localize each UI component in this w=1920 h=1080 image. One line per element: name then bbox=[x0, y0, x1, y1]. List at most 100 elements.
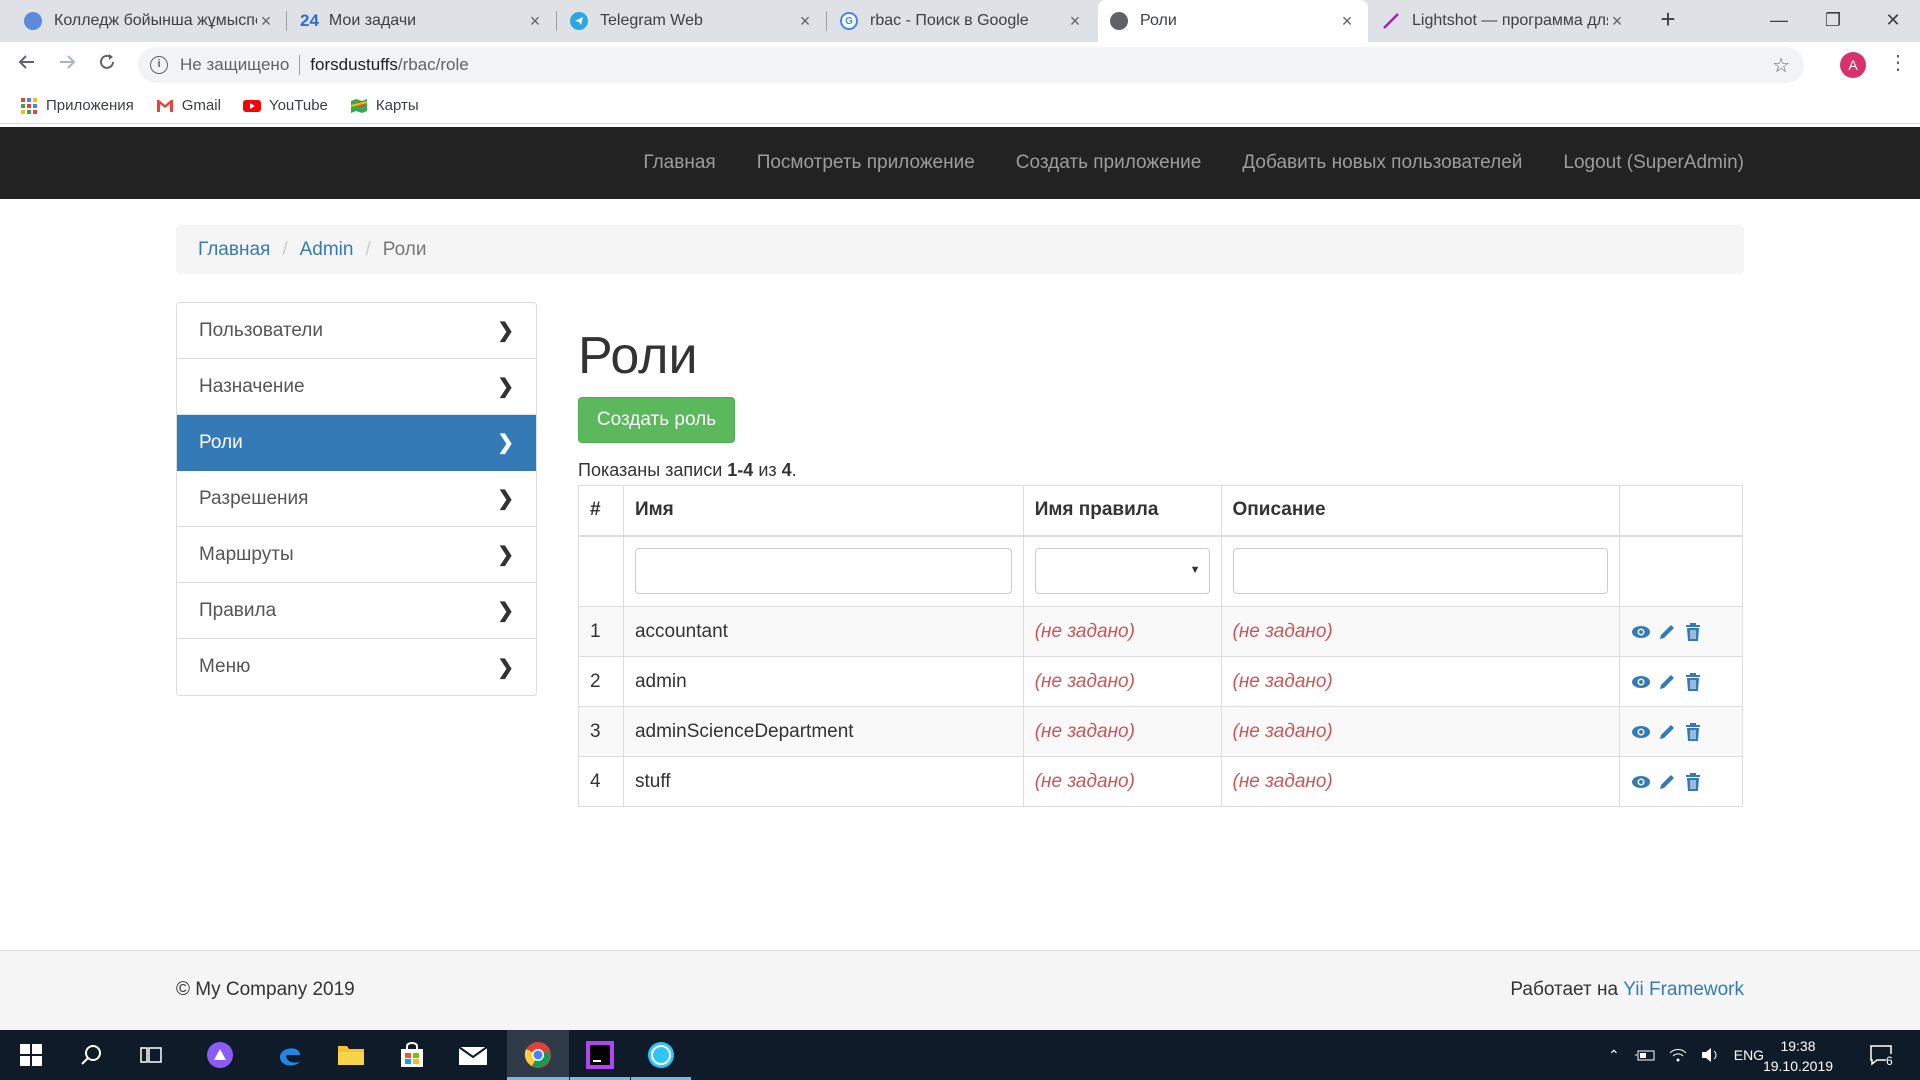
edge-browser-icon[interactable] bbox=[275, 1040, 305, 1070]
trash-icon[interactable] bbox=[1683, 672, 1703, 692]
filter-cell-rule bbox=[1022, 535, 1222, 607]
pencil-icon[interactable] bbox=[1657, 672, 1677, 692]
column-header-rule[interactable]: Имя правила bbox=[1022, 485, 1222, 537]
reload-button[interactable] bbox=[94, 52, 120, 78]
task-view-icon[interactable] bbox=[136, 1040, 166, 1070]
window-close-button[interactable]: ✕ bbox=[1866, 0, 1920, 40]
battery-icon[interactable] bbox=[1634, 1047, 1656, 1063]
chevron-right-icon: ❯ bbox=[497, 432, 514, 454]
yii-framework-link[interactable]: Yii Framework bbox=[1623, 979, 1744, 1000]
breadcrumb-current: Роли bbox=[382, 238, 427, 260]
restore-button[interactable]: ❐ bbox=[1806, 0, 1860, 40]
table-row: 3 adminScienceDepartment (не задано) (не… bbox=[578, 706, 1743, 757]
breadcrumb-home[interactable]: Главная bbox=[198, 239, 270, 261]
filter-cell-description bbox=[1220, 535, 1621, 607]
file-explorer-icon[interactable] bbox=[336, 1040, 366, 1070]
tab-telegram[interactable]: Telegram Web × bbox=[558, 0, 826, 42]
close-icon[interactable]: × bbox=[1608, 11, 1626, 32]
globe-icon bbox=[24, 12, 42, 30]
breadcrumb-admin[interactable]: Admin bbox=[300, 239, 354, 261]
mail-icon[interactable] bbox=[458, 1040, 488, 1070]
row-number: 3 bbox=[578, 706, 624, 757]
name-filter-input[interactable] bbox=[634, 548, 1012, 595]
eye-icon[interactable] bbox=[1631, 722, 1651, 742]
bookmark-youtube[interactable]: YouTube bbox=[242, 97, 328, 114]
store-icon[interactable] bbox=[397, 1040, 427, 1070]
description-filter-input[interactable] bbox=[1232, 548, 1609, 595]
sidebar-item-routes[interactable]: Маршруты ❯ bbox=[177, 527, 536, 583]
eye-icon[interactable] bbox=[1631, 622, 1651, 642]
chrome-icon[interactable] bbox=[523, 1040, 553, 1070]
create-role-button[interactable]: Создать роль bbox=[578, 397, 735, 443]
filter-cell-empty bbox=[578, 535, 624, 607]
tab-lightshot[interactable]: Lightshot — программа для × bbox=[1370, 0, 1638, 42]
address-bar[interactable]: i Не защищено forsdustuffs /rbac/role ☆ bbox=[138, 47, 1804, 83]
trash-icon[interactable] bbox=[1683, 772, 1703, 792]
alice-assistant-icon[interactable] bbox=[205, 1040, 235, 1070]
breadcrumb-separator: / bbox=[365, 238, 371, 260]
chevron-up-icon[interactable]: ⌃ bbox=[1608, 1047, 1620, 1064]
role-name: stuff bbox=[622, 756, 1024, 807]
new-tab-button[interactable]: + bbox=[1654, 6, 1682, 34]
close-icon[interactable]: × bbox=[796, 11, 814, 32]
nav-add-users[interactable]: Добавить новых пользователей bbox=[1242, 152, 1522, 174]
maps-icon bbox=[350, 98, 368, 113]
eye-icon[interactable] bbox=[1631, 672, 1651, 692]
sidebar-item-roles[interactable]: Роли ❯ bbox=[177, 415, 536, 471]
tab-separator bbox=[826, 11, 827, 31]
bookmark-maps[interactable]: Карты bbox=[350, 97, 419, 114]
tab-separator bbox=[556, 11, 557, 31]
volume-icon[interactable] bbox=[1700, 1047, 1720, 1063]
sidebar-item-assignment[interactable]: Назначение ❯ bbox=[177, 359, 536, 415]
column-header-name[interactable]: Имя bbox=[622, 485, 1024, 537]
nav-logout[interactable]: Logout (SuperAdmin) bbox=[1563, 152, 1744, 174]
close-icon[interactable]: × bbox=[526, 11, 544, 32]
nav-view-application[interactable]: Посмотреть приложение bbox=[757, 152, 975, 174]
bookmark-star-icon[interactable]: ☆ bbox=[1772, 53, 1790, 78]
tab-roles[interactable]: Роли × bbox=[1098, 0, 1368, 42]
table-header-row: # Имя Имя правила Описание bbox=[578, 485, 1743, 537]
address-divider bbox=[299, 55, 301, 75]
trash-icon[interactable] bbox=[1683, 722, 1703, 742]
close-icon[interactable]: × bbox=[1338, 11, 1356, 32]
tab-my-tasks[interactable]: 24 Мои задачи × bbox=[288, 0, 556, 42]
tab-google-search[interactable]: G rbac - Поиск в Google × bbox=[828, 0, 1096, 42]
search-icon[interactable] bbox=[76, 1040, 106, 1070]
column-header-description[interactable]: Описание bbox=[1220, 485, 1621, 537]
profile-avatar[interactable]: A bbox=[1840, 52, 1866, 78]
pencil-icon[interactable] bbox=[1657, 722, 1677, 742]
sidebar-item-rules[interactable]: Правила ❯ bbox=[177, 583, 536, 639]
bookmark-label: YouTube bbox=[268, 97, 328, 114]
pencil-icon[interactable] bbox=[1657, 622, 1677, 642]
bookmark-gmail[interactable]: Gmail bbox=[156, 97, 221, 114]
bookmark-apps[interactable]: Приложения bbox=[20, 97, 134, 114]
rule-filter-select[interactable] bbox=[1034, 548, 1210, 595]
eye-icon[interactable] bbox=[1631, 772, 1651, 792]
column-header-num: # bbox=[578, 485, 624, 537]
trash-icon[interactable] bbox=[1683, 622, 1703, 642]
forward-button[interactable] bbox=[54, 52, 80, 78]
sidebar-item-permissions[interactable]: Разрешения ❯ bbox=[177, 471, 536, 527]
phpstorm-icon[interactable] bbox=[585, 1040, 615, 1070]
tab-college[interactable]: Колледж бойынша жұмыспен × bbox=[12, 0, 287, 42]
row-actions bbox=[1619, 706, 1743, 757]
minimize-button[interactable]: — bbox=[1752, 0, 1806, 40]
close-icon[interactable]: × bbox=[1066, 11, 1084, 32]
apps-grid-icon bbox=[21, 97, 37, 114]
info-icon[interactable]: i bbox=[150, 56, 168, 74]
system-clock[interactable]: 19:38 19.10.2019 bbox=[1758, 1036, 1838, 1076]
windows-taskbar: ⌃ ENG 19:38 19.10.2019 6 bbox=[0, 1030, 1920, 1080]
nav-home[interactable]: Главная bbox=[643, 152, 715, 174]
notification-center-icon[interactable]: 6 bbox=[1866, 1040, 1896, 1070]
bookmarks-bar: Приложения Gmail YouTube Карты bbox=[0, 88, 1920, 124]
back-button[interactable] bbox=[14, 52, 40, 78]
close-icon[interactable]: × bbox=[257, 11, 275, 32]
wifi-icon[interactable] bbox=[1668, 1047, 1688, 1063]
windows-start-icon[interactable] bbox=[16, 1040, 46, 1070]
sidebar-item-menu[interactable]: Меню ❯ bbox=[177, 639, 536, 695]
nav-create-application[interactable]: Создать приложение bbox=[1016, 152, 1202, 174]
bitrix24-app-icon[interactable] bbox=[646, 1040, 676, 1070]
sidebar-item-users[interactable]: Пользователи ❯ bbox=[177, 303, 536, 359]
menu-kebab-icon[interactable]: ⋮ bbox=[1888, 50, 1908, 75]
pencil-icon[interactable] bbox=[1657, 772, 1677, 792]
